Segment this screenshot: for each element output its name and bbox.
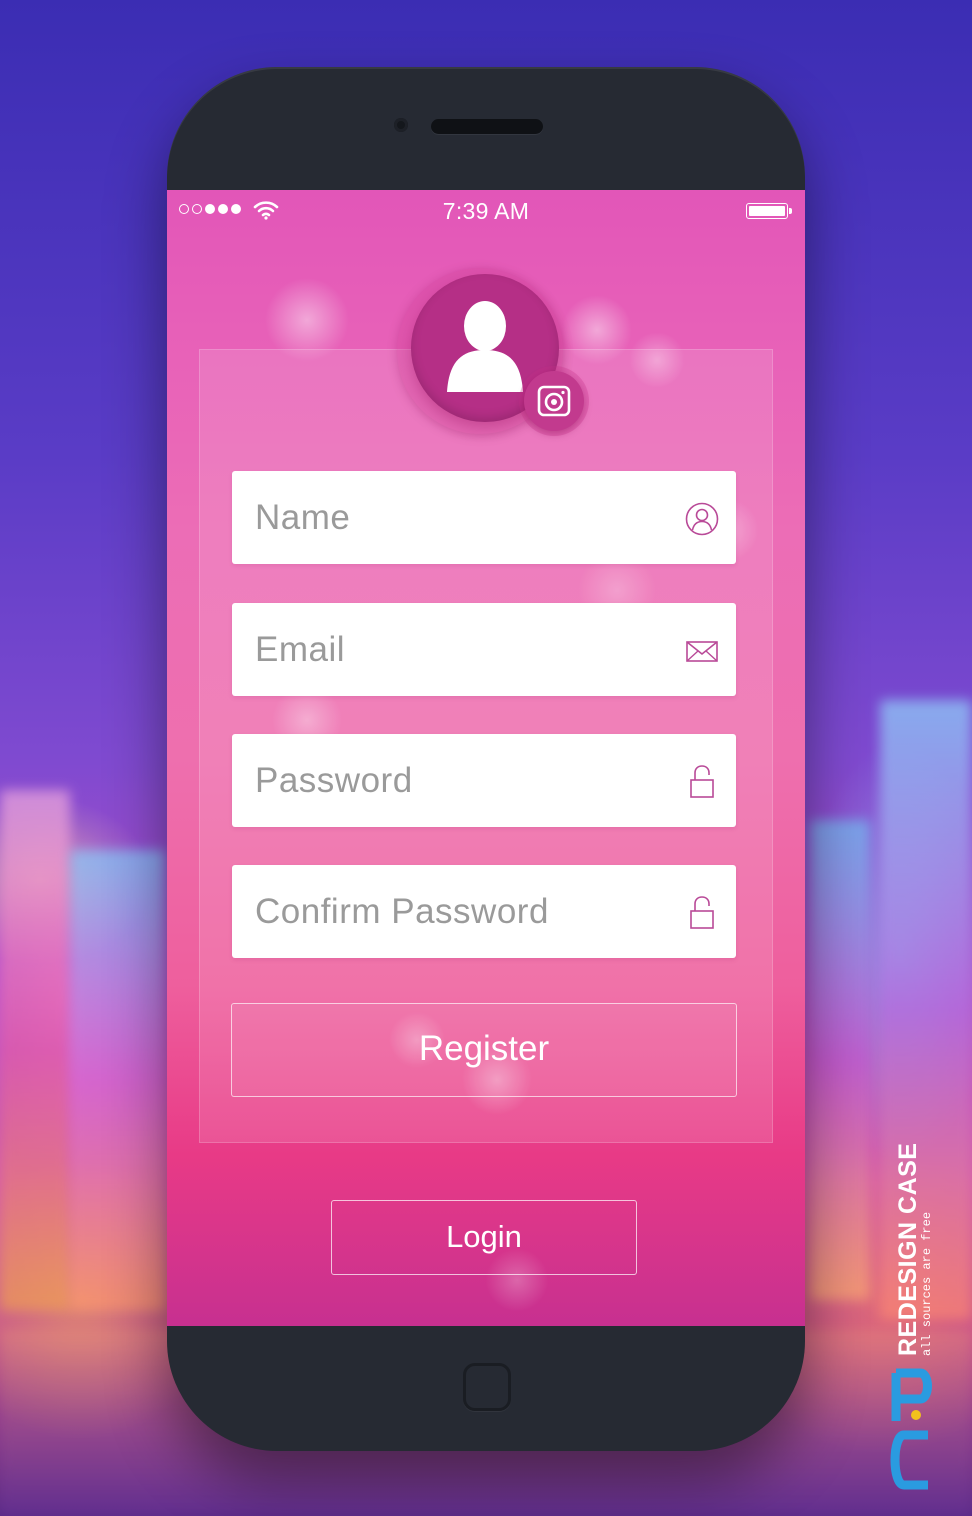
camera-icon [537,385,571,417]
battery-level [749,206,785,216]
email-placeholder: Email [255,630,346,669]
home-button[interactable] [463,1363,511,1411]
background-building [0,790,70,1310]
battery-icon [746,203,788,219]
lock-icon [690,896,714,929]
confirm-password-field[interactable]: Confirm Password [232,865,736,958]
register-button[interactable]: Register [231,1003,737,1097]
user-circle-icon [685,502,719,536]
phone-screen: 7:39 AM Name Email Password Confirm Pass… [167,190,805,1326]
user-silhouette-icon [447,301,523,392]
watermark: REDESIGN CASE all sources are free [886,1143,956,1500]
name-field[interactable]: Name [232,471,736,564]
battery-tip [789,208,792,214]
envelope-icon [686,641,718,662]
lock-icon [690,765,714,798]
status-time: 7:39 AM [442,198,530,224]
front-camera [394,118,408,132]
password-placeholder: Password [255,761,413,800]
background-building [70,850,165,1310]
confirm-password-placeholder: Confirm Password [255,892,549,931]
watermark-subtitle: all sources are free [920,1211,934,1356]
email-field[interactable]: Email [232,603,736,696]
password-field[interactable]: Password [232,734,736,827]
login-button[interactable]: Login [331,1200,637,1275]
redesign-case-logo-icon [890,1368,932,1490]
name-placeholder: Name [255,498,351,537]
background-building [810,820,870,1300]
change-photo-button[interactable] [524,371,584,431]
earpiece-speaker [431,119,543,134]
status-bar: 7:39 AM [167,190,805,232]
watermark-title: REDESIGN CASE [894,1142,922,1356]
